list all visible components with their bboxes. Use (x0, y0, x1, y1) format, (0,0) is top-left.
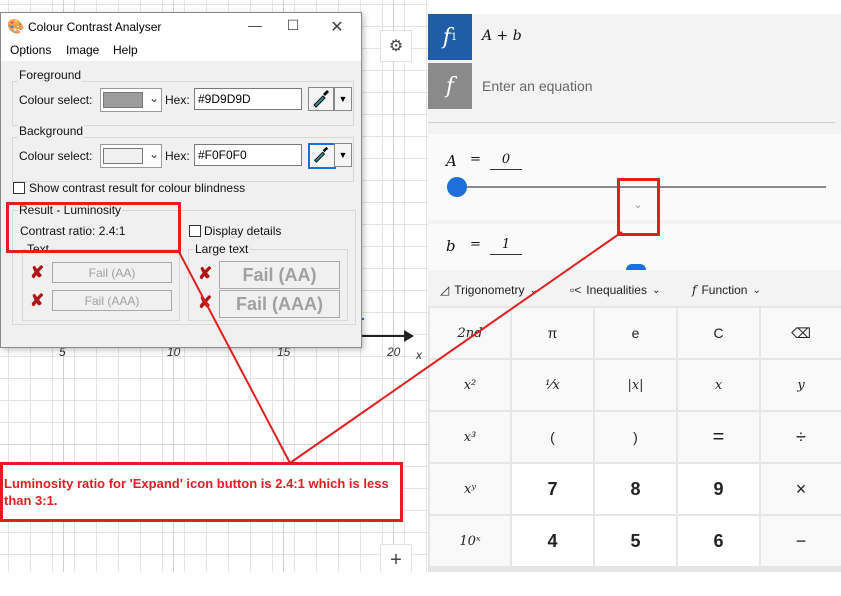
connector-line (289, 231, 623, 464)
connector-line (177, 249, 291, 464)
annotation-text: Luminosity ratio for 'Expand' icon butto… (4, 476, 389, 508)
